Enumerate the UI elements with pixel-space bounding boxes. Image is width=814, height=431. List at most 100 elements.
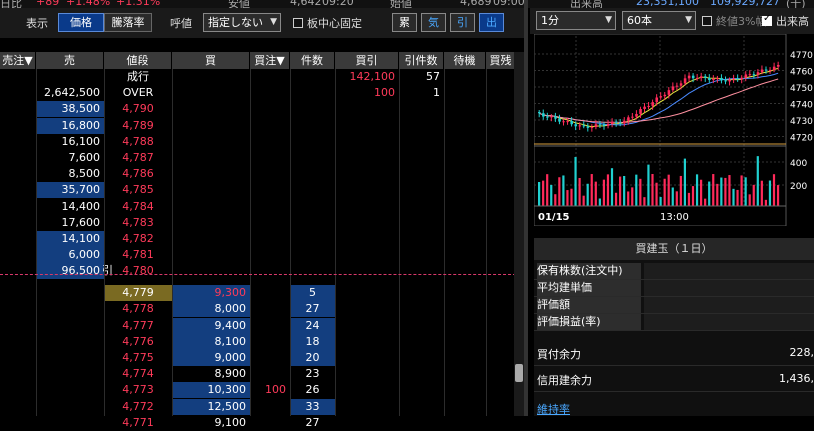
price-cell[interactable]: 4,774	[104, 366, 172, 382]
board-scrollbar[interactable]	[514, 52, 524, 416]
volume-bar	[704, 199, 706, 206]
yori-count-cell[interactable]: 57	[399, 69, 444, 85]
panel-divider[interactable]	[524, 0, 528, 416]
buy-yori-cell[interactable]: 100	[335, 85, 399, 101]
price-cell[interactable]: 4,781	[104, 247, 172, 263]
count-cell[interactable]: 33	[290, 399, 335, 415]
sell-qty-cell[interactable]: 35,700	[36, 182, 104, 198]
sell-qty-cell[interactable]: 16,800	[36, 118, 104, 134]
buy-order-cell[interactable]	[250, 334, 290, 350]
over-sell-cell[interactable]: 2,642,500	[36, 85, 104, 101]
sell-qty-cell[interactable]: 38,500	[36, 101, 104, 117]
sell-qty-cell[interactable]: 8,500	[36, 166, 104, 182]
count-cell[interactable]: 5	[290, 285, 335, 301]
quote-change-rate-2: +1.31%	[116, 0, 160, 8]
quote-unit-select[interactable]: 指定しない ▼	[203, 13, 281, 32]
count-cell[interactable]: 27	[290, 301, 335, 317]
maintenance-rate-link[interactable]: 維持率	[537, 401, 570, 417]
count-cell[interactable]: 23	[290, 366, 335, 382]
buy-qty-cell[interactable]: 9,300	[172, 285, 250, 301]
price-cell[interactable]: 4,778	[104, 301, 172, 317]
buy-order-cell[interactable]	[250, 301, 290, 317]
buy-qty-cell[interactable]: 8,900	[172, 366, 250, 382]
over-price[interactable]: OVER	[104, 85, 172, 101]
buy-qty-cell[interactable]: 9,400	[172, 318, 250, 334]
price-cell[interactable]: 4,789	[104, 118, 172, 134]
volume-bar	[680, 176, 682, 206]
buy-qty-cell[interactable]: 8,000	[172, 301, 250, 317]
buy-qty-cell[interactable]: 10,300	[172, 382, 250, 398]
price-cell[interactable]: 4,780	[104, 263, 172, 279]
margin-power-value: 1,436,	[779, 372, 814, 385]
price-toggle-button[interactable]: 価格	[58, 13, 104, 32]
market-order-price[interactable]: 成行	[104, 69, 172, 85]
price-cell[interactable]: 4,786	[104, 166, 172, 182]
candle-body	[538, 112, 541, 113]
candle-body	[623, 121, 626, 124]
candle-body	[619, 123, 622, 124]
volume-bar	[724, 178, 726, 206]
sell-qty-cell[interactable]: 14,100	[36, 231, 104, 247]
volume-bar	[647, 165, 649, 206]
sell-qty-cell[interactable]: 14,400	[36, 199, 104, 215]
sell-qty-cell[interactable]: 17,600	[36, 215, 104, 231]
candle-body	[769, 70, 772, 71]
center-fix-checkbox[interactable]	[293, 18, 303, 28]
mode-button-deki[interactable]: 出	[479, 13, 504, 32]
bars-select[interactable]: 60本 ▼	[622, 11, 696, 30]
count-cell[interactable]: 27	[290, 415, 335, 431]
price-cell[interactable]: 4,787	[104, 150, 172, 166]
close-3pct-checkbox[interactable]	[702, 16, 712, 26]
sell-qty-cell[interactable]: 16,100	[36, 134, 104, 150]
interval-select[interactable]: 1分 ▼	[536, 11, 616, 30]
volume-bar	[684, 159, 686, 206]
price-cell[interactable]: 4,788	[104, 134, 172, 150]
count-cell[interactable]: 26	[290, 382, 335, 398]
mode-button-quote[interactable]: 気	[421, 13, 446, 32]
margin-power-label: 信用建余力	[537, 372, 592, 388]
count-cell[interactable]: 18	[290, 334, 335, 350]
buy-qty-cell[interactable]: 9,100	[172, 415, 250, 431]
price-cell[interactable]: 4,785	[104, 182, 172, 198]
sell-qty-cell[interactable]: 96,500	[36, 263, 104, 279]
price-cell[interactable]: 4,790	[104, 101, 172, 117]
price-cell[interactable]: 4,783	[104, 215, 172, 231]
price-cell[interactable]: 4,771	[104, 415, 172, 431]
price-cell[interactable]: 4,779	[104, 285, 172, 301]
buy-order-cell[interactable]	[250, 366, 290, 382]
volume-bar	[660, 197, 662, 206]
buy-qty-cell[interactable]: 8,100	[172, 334, 250, 350]
volume-tick-label: 400	[790, 159, 807, 169]
price-cell[interactable]: 4,772	[104, 399, 172, 415]
volume-label: 出来高	[570, 0, 603, 8]
buy-qty-cell[interactable]: 9,000	[172, 350, 250, 366]
volume-bar	[696, 174, 698, 206]
buy-order-cell[interactable]	[250, 415, 290, 431]
header-buy-order[interactable]: 買注▼	[250, 52, 290, 69]
mode-button-cumulative[interactable]: 累	[392, 13, 417, 32]
buy-order-cell[interactable]	[250, 318, 290, 334]
scrollbar-thumb[interactable]	[515, 364, 523, 382]
price-cell[interactable]: 4,773	[104, 382, 172, 398]
buy-order-cell[interactable]: 100	[250, 382, 290, 398]
yori-count-cell[interactable]: 1	[399, 85, 444, 101]
sell-qty-cell[interactable]: 6,000	[36, 247, 104, 263]
volume-high-checkbox[interactable]: ✓	[762, 16, 772, 26]
price-cell[interactable]: 4,776	[104, 334, 172, 350]
buy-order-cell[interactable]	[250, 399, 290, 415]
buy-yori-cell[interactable]: 142,100	[335, 69, 399, 85]
price-cell[interactable]: 4,777	[104, 318, 172, 334]
price-cell[interactable]: 4,775	[104, 350, 172, 366]
price-cell[interactable]: 4,784	[104, 199, 172, 215]
header-sell-order[interactable]: 売注▼	[0, 52, 36, 69]
sell-qty-cell[interactable]: 7,600	[36, 150, 104, 166]
buy-qty-cell[interactable]: 12,500	[172, 399, 250, 415]
price-chart[interactable]: 477047604750474047304720400200 01/15 13:…	[534, 34, 814, 226]
count-cell[interactable]: 24	[290, 318, 335, 334]
count-cell[interactable]: 20	[290, 350, 335, 366]
mode-button-hiki[interactable]: 引	[450, 13, 475, 32]
buy-order-cell[interactable]	[250, 285, 290, 301]
buy-order-cell[interactable]	[250, 350, 290, 366]
rate-toggle-button[interactable]: 騰落率	[104, 13, 152, 32]
price-cell[interactable]: 4,782	[104, 231, 172, 247]
